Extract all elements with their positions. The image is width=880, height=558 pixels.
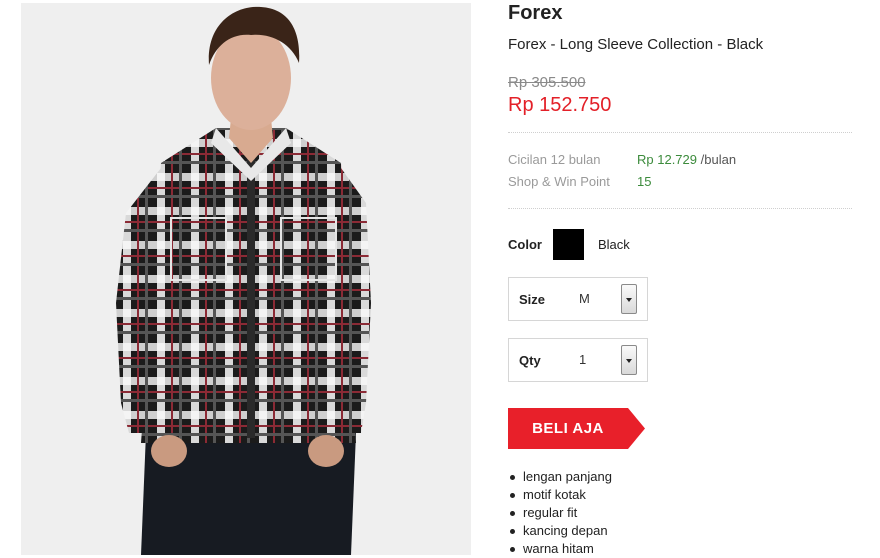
divider [508, 132, 852, 133]
installment-label: Cicilan 12 bulan [508, 152, 601, 167]
feature-list: lengan panjang motif kotak regular fit k… [508, 468, 612, 558]
sale-price: Rp 152.750 [508, 94, 612, 116]
chevron-down-icon [626, 359, 632, 363]
divider [508, 208, 852, 209]
color-swatch-black[interactable] [553, 229, 584, 260]
original-price: Rp 305.500 [508, 74, 586, 91]
points-value: 15 [637, 174, 652, 189]
list-item: motif kotak [508, 486, 612, 504]
installment-row: Cicilan 12 bulan Rp 12.729 /bulan [508, 152, 736, 167]
size-label: Size [519, 292, 546, 307]
buy-button-label: BELI AJA [532, 420, 604, 437]
size-select[interactable]: Size M [508, 277, 648, 321]
qty-label: Qty [519, 353, 541, 368]
list-item: warna hitam [508, 540, 612, 558]
list-item: lengan panjang [508, 468, 612, 486]
qty-value: 1 [579, 352, 587, 367]
installment-value: Rp 12.729 [637, 152, 697, 167]
points-label: Shop & Win Point [508, 174, 610, 189]
installment-unit: /bulan [700, 152, 737, 167]
size-value: M [579, 291, 590, 306]
qty-select[interactable]: Qty 1 [508, 338, 648, 382]
color-name: Black [598, 237, 630, 252]
list-item: kancing depan [508, 522, 612, 540]
points-row: Shop & Win Point 15 [508, 174, 651, 189]
product-photo [21, 3, 471, 555]
list-item: regular fit [508, 504, 612, 522]
chevron-down-icon [626, 298, 632, 302]
buy-button[interactable]: BELI AJA [508, 408, 646, 449]
product-name: Forex - Long Sleeve Collection - Black [508, 36, 764, 53]
qty-dropdown-button[interactable] [621, 345, 637, 375]
size-dropdown-button[interactable] [621, 284, 637, 314]
brand-name[interactable]: Forex [508, 2, 562, 25]
color-label: Color [508, 237, 542, 252]
